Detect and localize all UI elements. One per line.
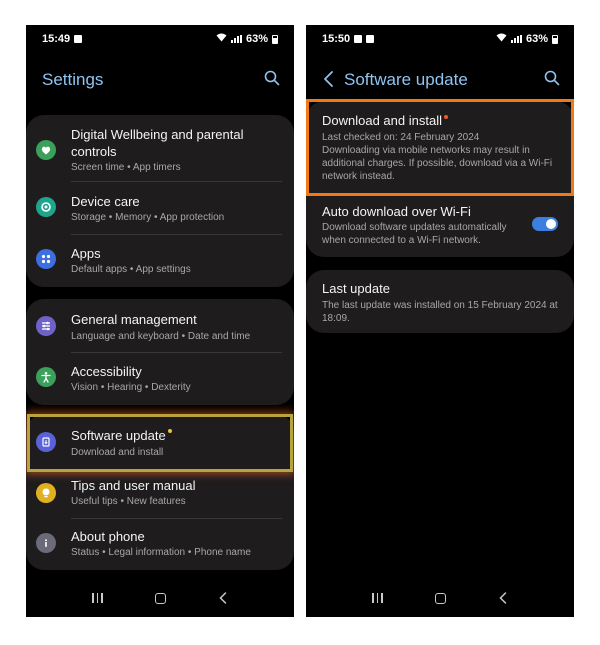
- settings-item-digital-wellbeing[interactable]: Digital Wellbeing and parental controls …: [26, 115, 294, 179]
- last-update-card[interactable]: Last update The last update was installe…: [306, 270, 574, 333]
- search-icon[interactable]: [544, 70, 560, 86]
- about-phone-icon: [36, 533, 56, 553]
- item-title: About phone: [71, 529, 145, 544]
- auto-download-title: Auto download over Wi-Fi: [322, 204, 471, 219]
- settings-group-1: Digital Wellbeing and parental controls …: [26, 115, 294, 287]
- item-subtitle: Useful tips • New features: [71, 496, 186, 507]
- last-update-title: Last update: [322, 281, 390, 296]
- navigation-bar: [306, 579, 574, 617]
- tips-icon: [36, 483, 56, 503]
- recents-icon[interactable]: [92, 593, 103, 603]
- item-subtitle: Screen time • App timers: [71, 162, 181, 173]
- battery-percent: 63%: [245, 33, 268, 45]
- page-title: Software update: [344, 70, 468, 89]
- back-nav-icon[interactable]: [498, 592, 508, 604]
- item-title: General management: [71, 312, 197, 327]
- software-update-highlight: [27, 414, 293, 472]
- item-title: Digital Wellbeing and parental controls: [71, 127, 244, 159]
- item-subtitle: Language and keyboard • Date and time: [71, 331, 251, 342]
- digital-wellbeing-icon: [36, 140, 56, 160]
- auto-download-toggle[interactable]: [532, 217, 558, 231]
- settings-group-2: General management Language and keyboard…: [26, 299, 294, 405]
- item-subtitle: Status • Legal information • Phone name: [71, 547, 251, 558]
- software-update-screen: 15:50 63% Software update Download and i…: [306, 25, 574, 617]
- device-care-icon: [36, 197, 56, 217]
- signal-icon: [510, 35, 522, 43]
- battery-percent: 63%: [525, 33, 548, 45]
- battery-icon: [272, 34, 278, 44]
- navigation-bar: [26, 579, 294, 617]
- item-subtitle: Storage • Memory • App protection: [71, 212, 225, 223]
- settings-screen: 15:49 63% Settings Digital Wellbeing and…: [26, 25, 294, 617]
- item-title: Tips and user manual: [71, 478, 196, 493]
- notification-icon: [74, 35, 83, 43]
- status-time: 15:50: [322, 33, 351, 45]
- notification-icon: [354, 35, 363, 43]
- item-title: Accessibility: [71, 364, 142, 379]
- settings-item-device-care[interactable]: Device care Storage • Memory • App prote…: [26, 183, 294, 235]
- settings-item-about-phone[interactable]: About phone Status • Legal information •…: [26, 518, 294, 570]
- wifi-icon: [216, 33, 227, 45]
- home-icon[interactable]: [154, 592, 166, 604]
- home-icon[interactable]: [434, 592, 446, 604]
- download-install-highlight: [306, 99, 574, 196]
- battery-icon: [552, 34, 558, 44]
- status-bar: 15:49 63%: [26, 25, 294, 53]
- auto-download-desc: Download software updates automatically …: [322, 222, 507, 246]
- item-subtitle: Default apps • App settings: [71, 264, 191, 275]
- last-update-desc: The last update was installed on 15 Febr…: [322, 300, 558, 324]
- status-time: 15:49: [42, 33, 71, 45]
- back-nav-icon[interactable]: [218, 592, 228, 604]
- toggle-knob: [546, 219, 556, 229]
- notification-icon: [366, 35, 375, 43]
- page-title: Settings: [42, 70, 104, 89]
- search-icon[interactable]: [264, 70, 280, 86]
- divider: [71, 181, 282, 182]
- signal-icon: [230, 35, 242, 43]
- settings-item-apps[interactable]: Apps Default apps • App settings: [26, 235, 294, 287]
- settings-item-accessibility[interactable]: Accessibility Vision • Hearing • Dexteri…: [26, 353, 294, 405]
- status-bar: 15:50 63%: [306, 25, 574, 53]
- wifi-icon: [496, 33, 507, 45]
- back-arrow-icon[interactable]: [320, 69, 338, 89]
- settings-item-tips[interactable]: Tips and user manual Useful tips • New f…: [26, 467, 294, 519]
- recents-icon[interactable]: [372, 593, 383, 603]
- apps-icon: [36, 249, 56, 269]
- auto-download-item[interactable]: Auto download over Wi-Fi Download softwa…: [306, 199, 574, 255]
- item-title: Device care: [71, 194, 140, 209]
- item-title: Apps: [71, 246, 101, 261]
- settings-item-general-management[interactable]: General management Language and keyboard…: [26, 301, 294, 353]
- general-management-icon: [36, 316, 56, 336]
- accessibility-icon: [36, 367, 56, 387]
- item-subtitle: Vision • Hearing • Dexterity: [71, 382, 191, 393]
